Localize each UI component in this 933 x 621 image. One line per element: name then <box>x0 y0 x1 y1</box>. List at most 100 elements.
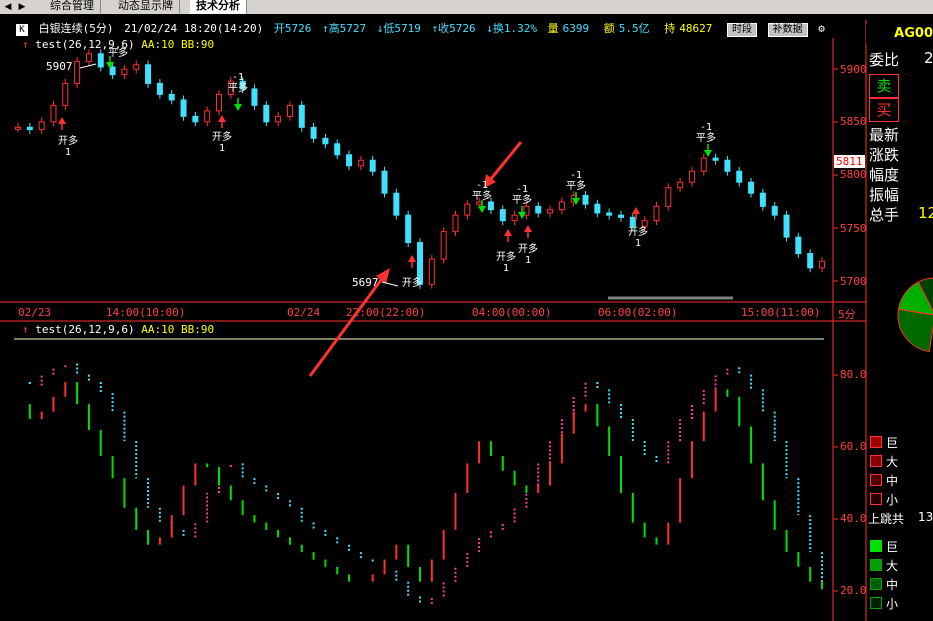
amplitude-label: 振幅 <box>869 186 900 204</box>
tab-动态显示牌[interactable]: 动态显示牌 <box>112 0 180 14</box>
legend-up-small: 小 <box>870 491 898 508</box>
candle-body <box>783 214 790 238</box>
signal-open-long: 开多 1 <box>518 244 538 266</box>
supplement-data-button[interactable]: 补数据 <box>767 23 808 37</box>
signal-open-long: 开多 1 <box>212 132 232 154</box>
period-label[interactable]: 5分 <box>838 306 856 322</box>
k-line-button[interactable]: K <box>16 24 28 36</box>
signal-qty: -1 <box>231 72 245 83</box>
legend-text: 大 <box>886 455 899 469</box>
candle-body <box>795 236 802 255</box>
annotation-arrow-shaft <box>488 141 523 181</box>
signal-open-long: 开多 1 <box>628 227 648 249</box>
tab-技术分析[interactable]: 技术分析 <box>190 0 247 14</box>
signal-close-long: -1 平多 <box>566 170 586 192</box>
candle-body <box>85 53 92 62</box>
candle-body <box>570 194 577 203</box>
signal-qty: 1 <box>502 263 510 274</box>
signal-text: 平多 <box>472 191 492 202</box>
candle-body <box>204 110 211 123</box>
close-long-arrow-icon <box>234 104 242 111</box>
open-price: 开5726 <box>273 22 312 35</box>
legend-text: 大 <box>886 559 899 573</box>
candle-body <box>677 181 684 189</box>
time-tick: 22:00(22:00) <box>346 306 426 319</box>
signal-text: 开多 <box>58 136 78 147</box>
legend-swatch <box>870 559 882 571</box>
latest-price-label: 最新 <box>869 126 900 144</box>
candle-body <box>558 201 565 211</box>
candle-body <box>310 126 317 139</box>
turnover-rate: ↓换1.32% <box>486 22 537 35</box>
candle-body <box>535 205 542 214</box>
candle-body <box>487 201 494 211</box>
candle-body <box>156 82 163 95</box>
candle-body <box>712 157 719 161</box>
signal-text: 开多 <box>496 252 516 263</box>
candle-body <box>618 214 624 218</box>
time-tick: 14:00(10:00) <box>106 306 186 319</box>
bar-datetime: 21/02/24 18:20(14:20) <box>124 22 264 35</box>
tab-bar: ◀ ▶ 综合管理 动态显示牌 技术分析 <box>0 0 933 14</box>
legend-up-medium: 中 <box>870 472 898 489</box>
legend-up-huge: 巨 <box>870 434 898 451</box>
close-price: ↑收5726 <box>431 22 476 35</box>
signal-text: 平多 <box>512 195 532 206</box>
candle-body <box>192 115 199 123</box>
close-long-arrow-icon <box>572 198 580 205</box>
indicator-label-sub: ↑ test(26,12,9,6) AA:10 BB:90 <box>22 323 214 336</box>
period-button[interactable]: 时段 <box>726 23 757 37</box>
tab-scroll-right-icon[interactable]: ▶ <box>16 1 28 13</box>
candle-body <box>381 170 388 194</box>
indicator-arrow-icon-sub: ↑ <box>22 323 29 336</box>
legend-text: 小 <box>886 597 899 611</box>
candle-body <box>346 154 353 167</box>
legend-swatch <box>870 493 882 505</box>
indicator-name-sub: test(26,12,9,6) <box>35 323 135 336</box>
candle-body <box>38 121 45 131</box>
price-tick: 5750 <box>840 222 867 235</box>
amount-value: 5.5亿 <box>618 22 650 35</box>
signal-text: 开多 <box>628 227 648 238</box>
osc-tick: 80.0 <box>840 368 867 381</box>
legend-swatch <box>870 597 882 609</box>
close-long-arrow-icon <box>518 212 526 219</box>
order-ratio-value: 2 <box>924 49 933 67</box>
time-tick: 04:00(00:00) <box>472 306 552 319</box>
low-price: ↓低5719 <box>376 22 421 35</box>
signal-close-long: -1 平多 <box>472 180 492 202</box>
high-price: ↑高5727 <box>321 22 367 35</box>
open-long-arrow-icon <box>524 225 532 232</box>
sell-button[interactable]: 卖 <box>869 74 899 98</box>
settings-gear-icon[interactable]: ⚙ <box>818 22 825 35</box>
price-tick: 5850 <box>840 115 867 128</box>
indicator-arrow-icon: ↑ <box>22 38 29 51</box>
candle-body <box>606 212 613 216</box>
candle-body <box>476 201 483 205</box>
signal-open-long: 开多 1 <box>58 136 78 158</box>
tab-scroll-left-icon[interactable]: ◀ <box>2 1 14 13</box>
total-volume-label: 总手 <box>869 206 900 224</box>
order-ratio-label: 委比 <box>869 51 900 69</box>
osc-tick: 40.0 <box>840 512 867 525</box>
price-tick: 5900 <box>840 63 867 76</box>
close-long-arrow-icon <box>704 150 712 157</box>
change-label: 涨跌 <box>869 146 900 164</box>
candle-body <box>298 104 305 128</box>
candle-body <box>807 253 814 269</box>
candle-body <box>369 159 376 172</box>
signal-close-long: 平多 <box>108 48 128 59</box>
candle-body <box>74 60 81 84</box>
signal-qty: -1 <box>515 184 529 195</box>
osc-tick: 20.0 <box>840 584 867 597</box>
buy-button[interactable]: 买 <box>869 98 899 122</box>
legend-text: 中 <box>886 474 899 488</box>
legend-down-huge: 巨 <box>870 538 898 555</box>
volume-value: 6399 <box>562 22 590 35</box>
osc-tick: 60.0 <box>840 440 867 453</box>
open-long-arrow-icon <box>504 229 512 236</box>
legend-down-medium: 中 <box>870 576 898 593</box>
legend-text: 巨 <box>886 436 899 450</box>
tab-综合管理[interactable]: 综合管理 <box>44 0 101 14</box>
close-long-arrow-icon <box>106 62 114 69</box>
